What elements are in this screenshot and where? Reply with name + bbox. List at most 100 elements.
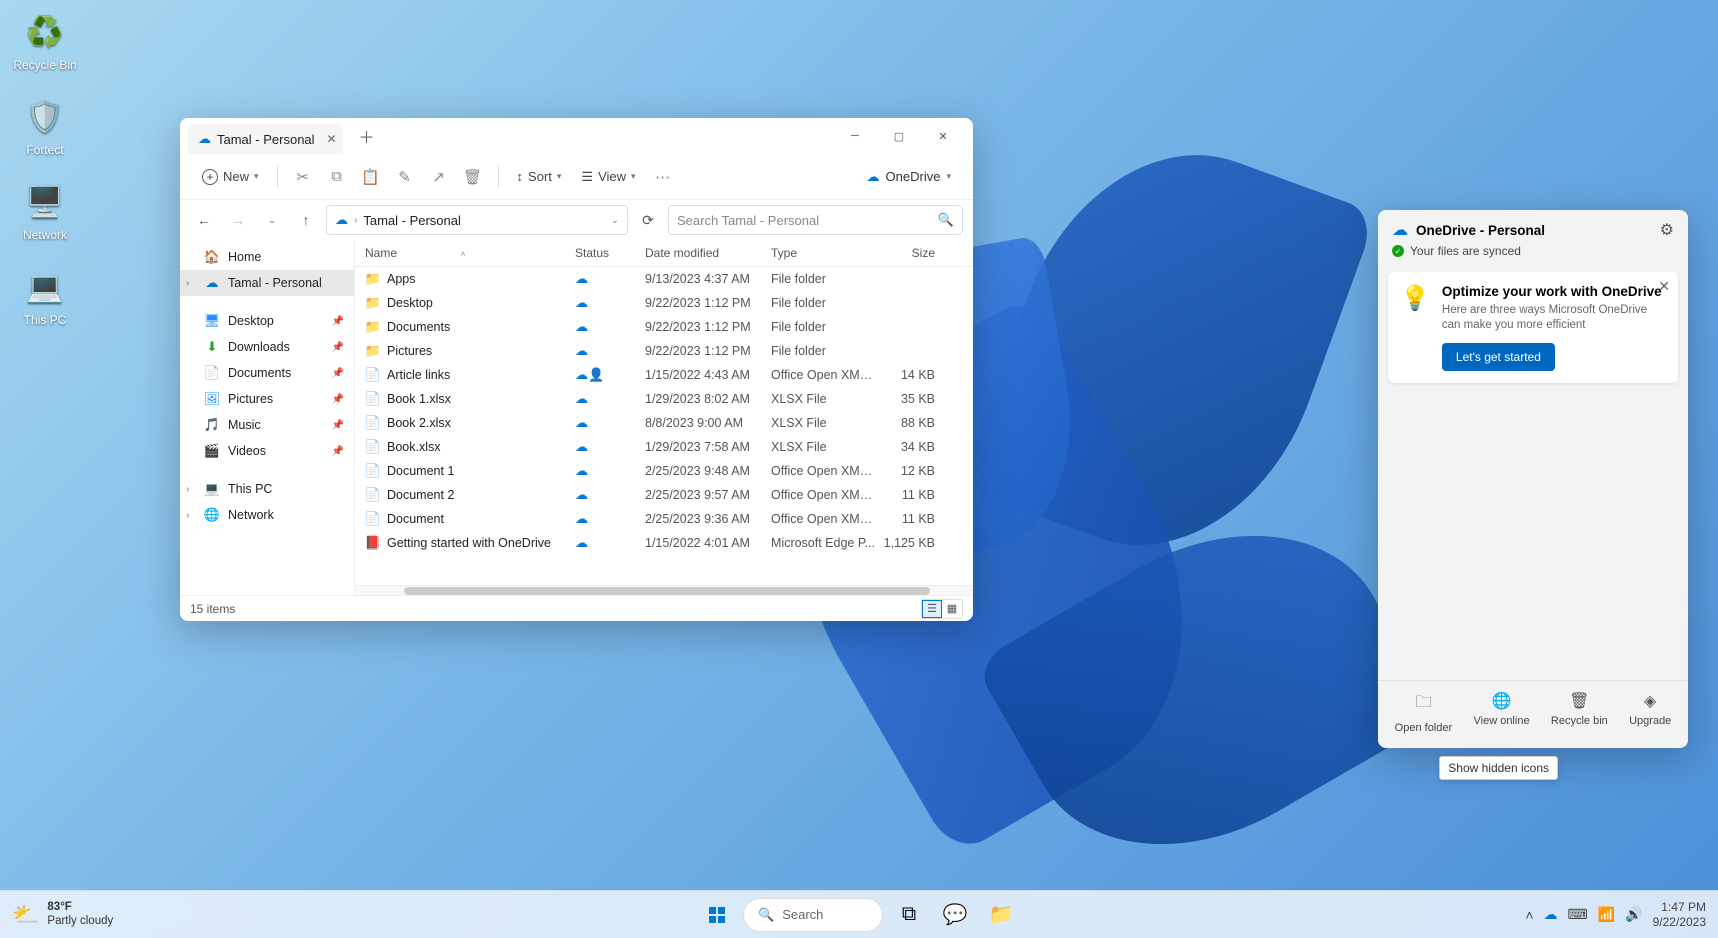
file-date: 2/25/2023 9:57 AM <box>645 488 771 502</box>
file-icon: 📁 <box>365 319 381 335</box>
file-icon: 📄 <box>365 415 381 431</box>
file-row[interactable]: 📄Document 2☁2/25/2023 9:57 AMOffice Open… <box>355 483 973 507</box>
recent-button[interactable]: ⌄ <box>258 206 286 234</box>
upgrade-button[interactable]: ◈Upgrade <box>1629 691 1671 734</box>
chevron-down-icon[interactable]: ⌄ <box>611 215 619 226</box>
chevron-down-icon: ▾ <box>254 171 259 182</box>
expand-icon[interactable]: › <box>186 278 189 289</box>
minimize-button[interactable]: ─ <box>833 121 877 151</box>
file-size: 14 KB <box>875 368 935 382</box>
sidebar-item-pictures[interactable]: 🖼Pictures📌 <box>180 386 354 412</box>
file-explorer-button[interactable]: 📁 <box>981 895 1021 935</box>
file-row[interactable]: 📄Book 2.xlsx☁8/8/2023 9:00 AMXLSX File88… <box>355 411 973 435</box>
file-row[interactable]: 📄Book.xlsx☁1/29/2023 7:58 AMXLSX File34 … <box>355 435 973 459</box>
horizontal-scrollbar[interactable] <box>355 585 973 595</box>
lets-get-started-button[interactable]: Let's get started <box>1442 343 1555 371</box>
desktop-icon-recycle-bin[interactable]: ♻️ Recycle Bin <box>10 10 80 72</box>
chat-button[interactable]: 💬 <box>935 895 975 935</box>
file-status: ☁ <box>575 463 645 479</box>
delete-button[interactable]: 🗑 <box>458 162 488 192</box>
file-row[interactable]: 📁Apps☁9/13/2023 4:37 AMFile folder <box>355 267 973 291</box>
pin-icon: 📌 <box>332 394 344 405</box>
desktop-icon-network[interactable]: 🖥️ Network <box>10 180 80 242</box>
sidebar-item-documents[interactable]: 📄Documents📌 <box>180 360 354 386</box>
details-view-button[interactable]: ☰ <box>922 600 942 618</box>
card-body: Here are three ways Microsoft OneDrive c… <box>1442 303 1666 333</box>
file-row[interactable]: 📕Getting started with OneDrive☁1/15/2022… <box>355 531 973 555</box>
onedrive-title: OneDrive - Personal <box>1416 223 1545 238</box>
file-row[interactable]: 📄Document☁2/25/2023 9:36 AMOffice Open X… <box>355 507 973 531</box>
copy-button[interactable]: ⧉ <box>322 162 352 192</box>
wifi-icon[interactable]: 📶 <box>1598 906 1615 923</box>
language-button[interactable]: ⌨ <box>1568 906 1588 923</box>
new-button[interactable]: + New ▾ <box>194 164 267 190</box>
file-status: ☁ <box>575 343 645 359</box>
back-button[interactable]: ← <box>190 206 218 234</box>
paste-button[interactable]: 📋 <box>356 162 386 192</box>
sidebar-item-home[interactable]: 🏠Home <box>180 244 354 270</box>
share-button[interactable]: ↗ <box>424 162 454 192</box>
close-button[interactable]: ✕ <box>921 121 965 151</box>
card-close-button[interactable]: ✕ <box>1658 278 1670 295</box>
column-header-date[interactable]: Date modified <box>645 246 771 260</box>
view-online-button[interactable]: 🌐View online <box>1474 691 1530 734</box>
chevron-right-icon: › <box>354 215 357 226</box>
address-bar[interactable]: ☁ › Tamal - Personal ⌄ <box>326 205 628 235</box>
volume-icon[interactable]: 🔊 <box>1625 906 1642 923</box>
taskbar-center: 🔍Search ⧉ 💬 📁 <box>697 895 1021 935</box>
desktop-icon-this-pc[interactable]: 💻 This PC <box>10 265 80 327</box>
sidebar-item-desktop[interactable]: 🖥Desktop📌 <box>180 308 354 334</box>
onedrive-tray-icon[interactable]: ☁ <box>1544 906 1558 923</box>
file-row[interactable]: 📁Desktop☁9/22/2023 1:12 PMFile folder <box>355 291 973 315</box>
sidebar-item-this-pc[interactable]: ›💻This PC <box>180 476 354 502</box>
open-folder-button[interactable]: 🗀Open folder <box>1395 691 1452 734</box>
file-row[interactable]: 📄Book 1.xlsx☁1/29/2023 8:02 AMXLSX File3… <box>355 387 973 411</box>
column-header-status[interactable]: Status <box>575 246 645 260</box>
window-tab[interactable]: ☁ Tamal - Personal ✕ <box>188 124 343 154</box>
tray-overflow-button[interactable]: ˄ <box>1525 907 1533 923</box>
search-input[interactable]: Search Tamal - Personal 🔍 <box>668 205 963 235</box>
file-row[interactable]: 📄Article links☁👤1/15/2022 4:43 AMOffice … <box>355 363 973 387</box>
onedrive-icon: ☁ <box>1392 220 1408 240</box>
column-header-type[interactable]: Type <box>771 246 875 260</box>
thumbnails-view-button[interactable]: ▦ <box>942 600 962 618</box>
file-type: Office Open XML ... <box>771 488 875 502</box>
tab-close-button[interactable]: ✕ <box>326 132 336 146</box>
sidebar-item-videos[interactable]: 🎬Videos📌 <box>180 438 354 464</box>
sidebar-item-onedrive[interactable]: ›☁Tamal - Personal <box>180 270 354 296</box>
file-row[interactable]: 📁Pictures☁9/22/2023 1:12 PMFile folder <box>355 339 973 363</box>
start-button[interactable] <box>697 895 737 935</box>
onedrive-status-button[interactable]: ☁ OneDrive ▾ <box>859 165 959 189</box>
file-status: ☁ <box>575 535 645 551</box>
breadcrumb[interactable]: Tamal - Personal <box>363 213 461 228</box>
recycle-bin-button[interactable]: 🗑Recycle bin <box>1551 691 1608 734</box>
refresh-button[interactable]: ⟳ <box>634 206 662 234</box>
expand-icon[interactable]: › <box>186 510 189 521</box>
forward-button[interactable]: → <box>224 206 252 234</box>
file-row[interactable]: 📁Documents☁9/22/2023 1:12 PMFile folder <box>355 315 973 339</box>
desktop-icon-fortect[interactable]: 🛡️ Fortect <box>10 95 80 157</box>
file-icon: 📄 <box>365 439 381 455</box>
new-tab-button[interactable]: ＋ <box>351 120 383 152</box>
column-header-size[interactable]: Size <box>875 246 935 260</box>
maximize-button[interactable]: ▢ <box>877 121 921 151</box>
cut-button[interactable]: ✂ <box>288 162 318 192</box>
up-button[interactable]: ↑ <box>292 206 320 234</box>
settings-button[interactable]: ⚙ <box>1660 220 1674 240</box>
sort-button[interactable]: ↕ Sort ▾ <box>509 164 570 189</box>
file-row[interactable]: 📄Document 1☁2/25/2023 9:48 AMOffice Open… <box>355 459 973 483</box>
more-button[interactable]: ⋯ <box>648 162 678 192</box>
weather-widget[interactable]: ⛅ 83°F Partly cloudy <box>12 901 113 929</box>
column-header-name[interactable]: Name ˄ <box>365 246 575 260</box>
rename-button[interactable]: ✎ <box>390 162 420 192</box>
toolbar: + New ▾ ✂ ⧉ 📋 ✎ ↗ 🗑 ↕ Sort ▾ ☰ View ▾ ⋯ … <box>180 154 973 200</box>
folder-icon: 🗀 <box>1415 691 1431 718</box>
taskbar-search[interactable]: 🔍Search <box>743 898 883 932</box>
task-view-button[interactable]: ⧉ <box>889 895 929 935</box>
clock[interactable]: 1:47 PM 9/22/2023 <box>1653 900 1706 930</box>
sidebar-item-downloads[interactable]: ⬇Downloads📌 <box>180 334 354 360</box>
sidebar-item-network[interactable]: ›🌐Network <box>180 502 354 528</box>
expand-icon[interactable]: › <box>186 484 189 495</box>
view-button[interactable]: ☰ View ▾ <box>573 164 643 190</box>
sidebar-item-music[interactable]: 🎵Music📌 <box>180 412 354 438</box>
